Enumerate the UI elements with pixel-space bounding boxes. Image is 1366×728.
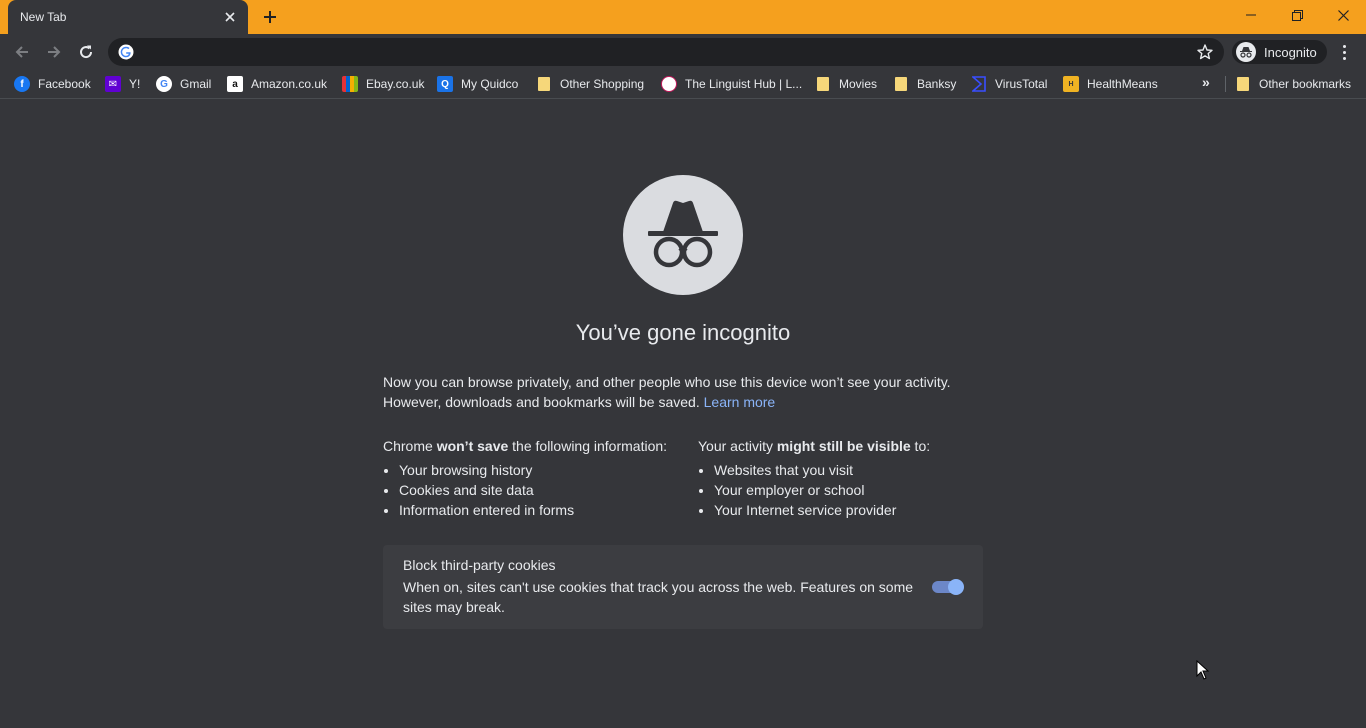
bookmark-folder-movies[interactable]: Movies [817, 74, 877, 94]
menu-kebab-icon[interactable] [1334, 40, 1354, 64]
list-item: Your browsing history [399, 460, 667, 480]
bookmark-folder-banksy[interactable]: Banksy [895, 74, 956, 94]
healthmeans-icon: H [1063, 76, 1079, 92]
back-arrow-icon[interactable] [8, 38, 36, 66]
bookmark-label: Other bookmarks [1259, 77, 1352, 91]
bookmark-label: Gmail [180, 77, 212, 91]
bookmark-my-quidco[interactable]: Q My Quidco [437, 74, 518, 94]
new-tab-plus-icon[interactable] [258, 5, 282, 29]
visible-to-list: Websites that you visit Your employer or… [698, 460, 930, 520]
ebay-icon [342, 76, 358, 92]
folder-icon [1237, 77, 1249, 91]
bookmark-label: HealthMeans [1087, 77, 1158, 91]
bookmark-label: Movies [839, 77, 878, 91]
incognito-profile-button[interactable]: Incognito [1232, 40, 1327, 64]
bookmark-healthmeans[interactable]: H HealthMeans [1063, 74, 1158, 94]
bookmark-label: The Linguist Hub | L... [685, 77, 803, 91]
bookmark-label: Other Shopping [560, 77, 645, 91]
amazon-icon: a [227, 76, 243, 92]
bookmark-linguist-hub[interactable]: The Linguist Hub | L... [661, 74, 802, 94]
folder-icon [817, 77, 829, 91]
bookmark-label: Y! [129, 77, 141, 91]
bookmarks-overflow-chevron-icon[interactable]: » [1202, 74, 1210, 90]
yahoo-icon: ✉ [105, 76, 121, 92]
window-controls [1228, 0, 1366, 30]
intro-line-2: However, downloads and bookmarks will be… [383, 394, 700, 410]
bookmark-virustotal[interactable]: VirusTotal [971, 74, 1047, 94]
list-item: Your Internet service provider [714, 500, 930, 520]
cookie-title: Block third-party cookies [403, 557, 556, 573]
tab-new-tab[interactable]: New Tab [8, 0, 248, 34]
tab-title: New Tab [20, 10, 67, 24]
google-g-icon [118, 44, 134, 60]
list-item: Websites that you visit [714, 460, 930, 480]
cookie-description: When on, sites can't use cookies that tr… [403, 579, 914, 615]
minimize-icon[interactable] [1228, 0, 1274, 30]
bookmark-ebay[interactable]: Ebay.co.uk [342, 74, 424, 94]
bookmark-facebook[interactable]: f Facebook [14, 74, 91, 94]
bookmark-label: VirusTotal [995, 77, 1048, 91]
virustotal-icon [971, 76, 987, 92]
learn-more-link[interactable]: Learn more [704, 394, 776, 410]
quidco-icon: Q [437, 76, 453, 92]
intro-paragraph: Now you can browse privately, and other … [383, 372, 983, 412]
bookmark-label: Amazon.co.uk [251, 77, 328, 91]
google-icon: G [156, 76, 172, 92]
bookmark-label: Facebook [38, 77, 91, 91]
bookmark-star-icon[interactable] [1196, 43, 1214, 61]
bookmarks-bar: f Facebook ✉ Y! G Gmail a Amazon.co.uk E… [0, 70, 1366, 99]
profile-label: Incognito [1264, 44, 1317, 60]
block-cookies-toggle[interactable] [932, 579, 964, 595]
forward-arrow-icon[interactable] [40, 38, 68, 66]
intro-line-1: Now you can browse privately, and other … [383, 374, 951, 390]
linguist-hub-icon [661, 76, 677, 92]
bookmark-folder-other-bookmarks[interactable]: Other bookmarks [1237, 74, 1351, 94]
restore-icon[interactable] [1274, 0, 1320, 30]
reload-icon[interactable] [72, 38, 100, 66]
bookmark-yahoo[interactable]: ✉ Y! [105, 74, 140, 94]
wont-save-section: Chrome won’t save the following informat… [383, 436, 667, 520]
incognito-icon [1236, 42, 1256, 62]
toggle-knob [948, 579, 964, 595]
bookmark-amazon[interactable]: a Amazon.co.uk [227, 74, 327, 94]
folder-icon [895, 77, 907, 91]
omnibox[interactable] [108, 38, 1224, 66]
list-item: Information entered in forms [399, 500, 667, 520]
close-window-icon[interactable] [1320, 0, 1366, 30]
close-tab-icon[interactable] [222, 9, 238, 25]
folder-icon [538, 77, 550, 91]
list-item: Cookies and site data [399, 480, 667, 500]
bookmarks-divider [1225, 76, 1226, 92]
block-cookies-card: Block third-party cookies When on, sites… [383, 545, 983, 629]
bookmark-gmail[interactable]: G Gmail [156, 74, 211, 94]
visible-to-section: Your activity might still be visible to:… [698, 436, 930, 520]
facebook-icon: f [14, 76, 30, 92]
page-title: You’ve gone incognito [575, 320, 791, 345]
wont-save-heading: Chrome won’t save the following informat… [383, 438, 668, 454]
title-bar: New Tab [0, 0, 1366, 34]
wont-save-list: Your browsing history Cookies and site d… [383, 460, 667, 520]
bookmark-label: Ebay.co.uk [366, 77, 425, 91]
bookmark-label: Banksy [917, 77, 957, 91]
list-item: Your employer or school [714, 480, 930, 500]
bookmark-label: My Quidco [461, 77, 519, 91]
incognito-hero-icon [623, 175, 743, 295]
mouse-cursor-icon [1196, 659, 1210, 680]
address-input[interactable] [144, 38, 1184, 66]
bookmark-folder-other-shopping[interactable]: Other Shopping [538, 74, 644, 94]
visible-to-heading: Your activity might still be visible to: [698, 438, 931, 454]
toolbar: Incognito [0, 34, 1366, 70]
